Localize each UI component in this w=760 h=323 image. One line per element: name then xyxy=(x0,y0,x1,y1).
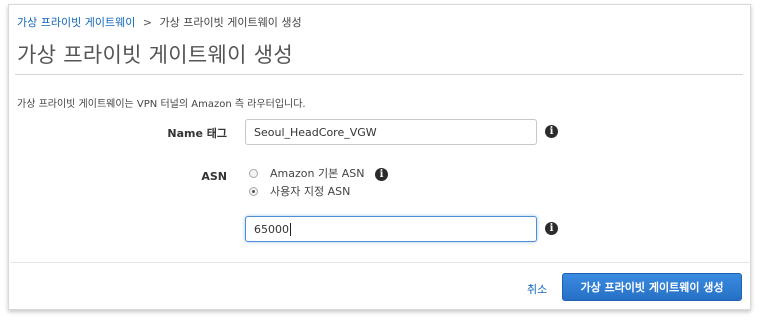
breadcrumb-parent-link[interactable]: 가상 프라이빗 게이트웨이 xyxy=(17,16,135,29)
create-vgw-button[interactable]: 가상 프라이빗 게이트웨이 생성 xyxy=(562,273,742,301)
breadcrumb-current: 가상 프라이빗 게이트웨이 생성 xyxy=(159,16,302,29)
asn-info-icon[interactable]: i xyxy=(375,168,388,181)
custom-asn-input[interactable]: 65000 xyxy=(245,216,537,242)
asn-option-amazon-default[interactable]: Amazon 기본 ASN xyxy=(249,165,364,181)
title-divider xyxy=(15,74,743,75)
name-tag-info-icon[interactable]: i xyxy=(545,125,558,138)
name-tag-label: Name 태그 xyxy=(167,127,227,140)
name-tag-input[interactable]: Seoul_HeadCore_VGW xyxy=(245,119,537,145)
custom-asn-radio[interactable] xyxy=(249,186,258,196)
footer-divider xyxy=(10,262,750,263)
custom-asn-value: 65000 xyxy=(254,222,289,236)
amazon-default-radio-label: Amazon 기본 ASN xyxy=(270,167,365,180)
breadcrumb: 가상 프라이빗 게이트웨이 > 가상 프라이빗 게이트웨이 생성 xyxy=(17,14,302,30)
asn-option-custom[interactable]: 사용자 지정 ASN xyxy=(249,183,350,199)
page-title: 가상 프라이빗 게이트웨이 생성 xyxy=(17,43,293,67)
cancel-link[interactable]: 취소 xyxy=(527,281,547,297)
custom-asn-radio-label: 사용자 지정 ASN xyxy=(270,185,351,198)
asn-label: ASN xyxy=(201,170,227,183)
amazon-default-radio[interactable] xyxy=(249,168,258,178)
breadcrumb-separator: > xyxy=(142,16,153,29)
name-tag-value: Seoul_HeadCore_VGW xyxy=(254,125,377,139)
create-vgw-panel: 가상 프라이빗 게이트웨이 > 가상 프라이빗 게이트웨이 생성 가상 프라이빗… xyxy=(8,4,751,310)
text-caret xyxy=(290,222,291,236)
custom-asn-info-icon[interactable]: i xyxy=(545,222,558,235)
page-description: 가상 프라이빗 게이트웨이는 VPN 터널의 Amazon 측 라우터입니다. xyxy=(17,99,306,110)
